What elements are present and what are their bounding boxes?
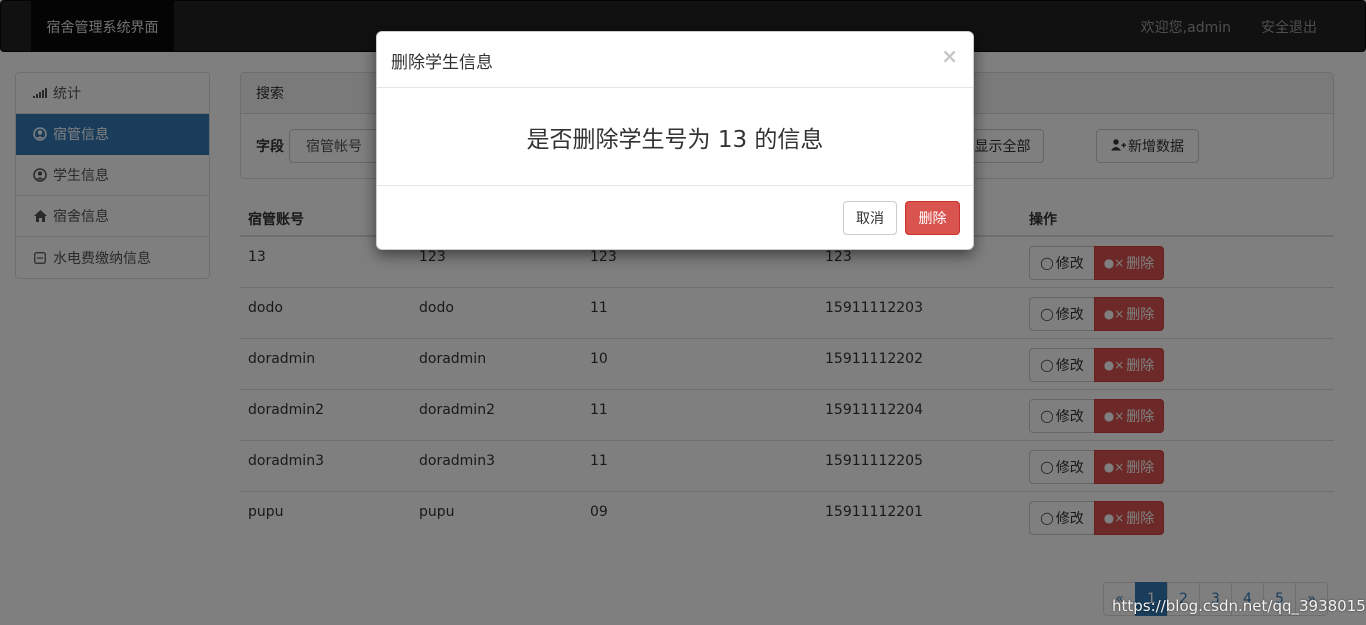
modal-message: 是否删除学生号为 13 的信息 [526, 126, 824, 153]
modal-footer: 取消 删除 [377, 186, 973, 250]
cancel-button[interactable]: 取消 [843, 201, 897, 235]
delete-confirm-modal: 删除学生信息 × 是否删除学生号为 13 的信息 取消 删除 [376, 31, 974, 250]
modal-title: 删除学生信息 [391, 53, 493, 73]
watermark: https://blog.csdn.net/qq_39380155 [1112, 597, 1366, 615]
modal-body: 是否删除学生号为 13 的信息 [377, 88, 973, 186]
confirm-delete-button[interactable]: 删除 [905, 201, 960, 235]
modal-header: 删除学生信息 × [377, 32, 973, 88]
close-icon[interactable]: × [941, 44, 958, 68]
